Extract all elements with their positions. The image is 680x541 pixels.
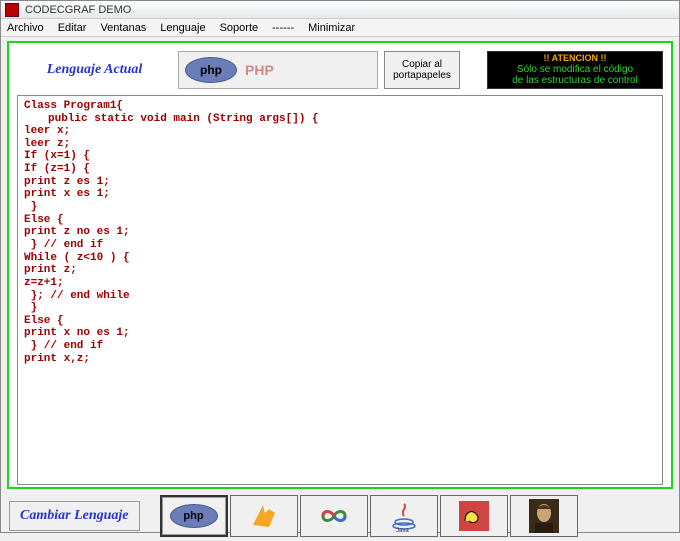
main-panel: Lenguaje Actual php PHP Copiar al portap… <box>7 41 673 489</box>
fox-icon <box>249 503 279 529</box>
language-buttons: php Java <box>160 495 578 537</box>
code-line: } // end if <box>24 340 103 352</box>
footer-bar: Cambiar Lenguaje php Java <box>1 491 679 541</box>
code-line: leer z; <box>24 138 70 150</box>
menu-dashes: ------ <box>272 22 294 34</box>
header-row: Lenguaje Actual php PHP Copiar al portap… <box>17 51 663 89</box>
lang-button-foxpro[interactable] <box>230 495 298 537</box>
spacer <box>466 51 481 89</box>
change-language-label: Cambiar Lenguaje <box>9 501 140 531</box>
infinity-icon <box>317 506 351 526</box>
code-line: } <box>24 302 37 314</box>
code-line: While ( z<10 ) { <box>24 252 130 264</box>
current-language-box: php PHP <box>178 51 378 89</box>
python-icon <box>459 501 489 531</box>
php-icon: php <box>185 57 237 83</box>
code-line: print x no es 1; <box>24 327 130 339</box>
code-line: }; // end while <box>24 290 130 302</box>
code-line: } <box>24 201 37 213</box>
warning-line-1: !! ATENCION !! <box>490 54 660 64</box>
java-icon: Java <box>390 500 418 532</box>
code-line: If (x=1) { <box>24 150 90 162</box>
menu-minimizar[interactable]: Minimizar <box>308 22 355 34</box>
code-line: print x es 1; <box>24 188 110 200</box>
code-line: } // end if <box>24 239 103 251</box>
code-line: z=z+1; <box>24 277 64 289</box>
lang-button-python[interactable] <box>440 495 508 537</box>
svg-text:Java: Java <box>396 528 409 532</box>
code-line: print x,z; <box>24 353 90 365</box>
php-icon: php <box>170 504 218 528</box>
code-line: print z es 1; <box>24 176 110 188</box>
lang-button-php[interactable]: php <box>160 495 228 537</box>
code-line: Class Program1{ <box>24 100 123 112</box>
copy-clipboard-button[interactable]: Copiar al portapapeles <box>384 51 460 89</box>
current-language-name: PHP <box>245 62 274 78</box>
code-line: leer x; <box>24 125 70 137</box>
lang-button-visualstudio[interactable] <box>300 495 368 537</box>
code-line: If (z=1) { <box>24 163 90 175</box>
menu-editar[interactable]: Editar <box>58 22 87 34</box>
app-icon <box>5 3 19 17</box>
menu-ventanas[interactable]: Ventanas <box>100 22 146 34</box>
lang-button-pascal[interactable] <box>510 495 578 537</box>
lang-button-java[interactable]: Java <box>370 495 438 537</box>
current-language-label: Lenguaje Actual <box>17 51 172 89</box>
menu-lenguaje[interactable]: Lenguaje <box>160 22 205 34</box>
warning-box: !! ATENCION !! Sólo se modifica el códig… <box>487 51 663 89</box>
menubar: Archivo Editar Ventanas Lenguaje Soporte… <box>1 19 679 37</box>
code-line: print z; <box>24 264 77 276</box>
code-line: public static void main (String args[]) … <box>48 113 319 125</box>
warning-line-2: Sólo se modifica el código <box>490 64 660 75</box>
code-line: print z no es 1; <box>24 226 130 238</box>
portrait-icon <box>529 499 559 533</box>
menu-archivo[interactable]: Archivo <box>7 22 44 34</box>
code-editor[interactable]: Class Program1{ public static void main … <box>17 95 663 485</box>
code-line: Else { <box>24 315 64 327</box>
menu-soporte[interactable]: Soporte <box>220 22 259 34</box>
titlebar: CODECGRAF DEMO <box>1 1 679 19</box>
warning-line-3: de las estructuras de control <box>490 75 660 86</box>
window-title: CODECGRAF DEMO <box>25 4 131 16</box>
code-line: Else { <box>24 214 64 226</box>
